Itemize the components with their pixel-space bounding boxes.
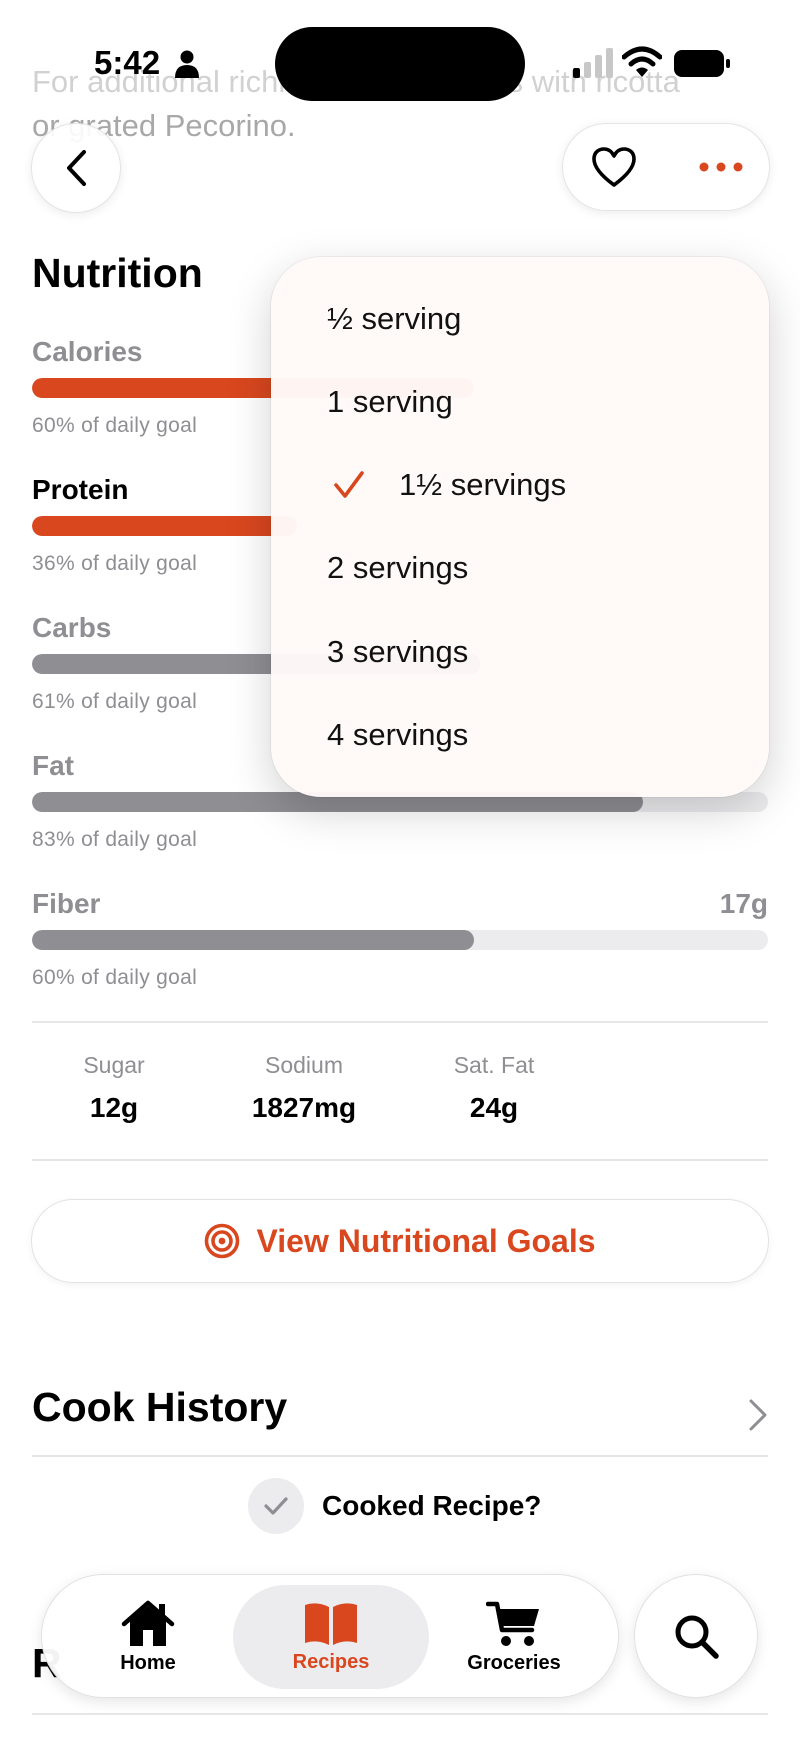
progress-fill <box>32 516 297 536</box>
person-icon <box>175 50 199 78</box>
daily-goal-text: 60% of daily goal <box>32 966 198 989</box>
cellular-signal-icon <box>573 48 613 78</box>
search-icon <box>675 1615 719 1659</box>
nutrient-label: Carbs <box>32 612 112 643</box>
tab-groceries-label: Groceries <box>467 1651 561 1674</box>
extra-value: 1827mg <box>251 1092 357 1123</box>
cart-icon <box>486 1601 539 1646</box>
status-bar: 5:42 <box>0 0 800 130</box>
battery-icon <box>674 50 730 77</box>
extra-value: 12g <box>89 1092 139 1123</box>
dynamic-island <box>275 27 525 101</box>
progress-fill <box>32 930 474 950</box>
extra-label: Sat. Fat <box>453 1052 535 1078</box>
tab-groceries[interactable]: Groceries <box>416 1585 612 1689</box>
nutrition-title: Nutrition <box>32 250 203 296</box>
extra-label: Sugar <box>83 1052 145 1078</box>
menu-item-1-serving[interactable]: 1 serving <box>271 362 769 442</box>
search-button[interactable] <box>634 1574 758 1698</box>
tab-home[interactable]: Home <box>50 1585 246 1689</box>
daily-goal-text: 83% of daily goal <box>32 828 198 851</box>
back-button[interactable] <box>31 123 121 213</box>
menu-item-label: 2 servings <box>327 550 469 585</box>
extra-label: Sodium <box>265 1052 343 1078</box>
heart-icon[interactable] <box>591 146 637 188</box>
daily-goal-text: 61% of daily goal <box>32 690 198 713</box>
nutrition-row-fiber: Fiber 17g 60% of daily goal <box>32 888 768 1008</box>
divider <box>32 1159 768 1161</box>
progress-track <box>32 930 768 950</box>
nutrient-label: Protein <box>32 474 129 505</box>
house-icon <box>121 1600 175 1646</box>
wifi-icon <box>622 46 662 77</box>
extra-sat-fat: Sat. Fat 24g <box>414 1052 574 1124</box>
tab-recipes[interactable]: Recipes <box>233 1585 429 1689</box>
divider <box>32 1021 768 1023</box>
header-actions <box>562 123 770 211</box>
menu-item-3-servings[interactable]: 3 servings <box>271 612 769 692</box>
cooked-recipe-label: Cooked Recipe? <box>322 1490 542 1521</box>
menu-item-label: 1½ servings <box>399 467 567 502</box>
chevron-left-icon <box>67 150 86 186</box>
view-nutritional-goals-button[interactable]: View Nutritional Goals <box>31 1199 769 1283</box>
daily-goal-text: 60% of daily goal <box>32 414 198 437</box>
nutrient-label: Fiber <box>32 888 101 919</box>
menu-item-1-and-half-servings[interactable]: 1½ servings <box>271 445 769 525</box>
checkmark-icon <box>334 471 364 498</box>
extra-sugar: Sugar 12g <box>34 1052 194 1124</box>
menu-item-4-servings[interactable]: 4 servings <box>271 695 769 775</box>
checkmark-circle-icon <box>248 1478 304 1534</box>
menu-item-label: 3 servings <box>327 634 469 669</box>
goals-button-label: View Nutritional Goals <box>256 1222 596 1259</box>
servings-menu: ½ serving 1 serving 1½ servings 2 servin… <box>271 257 769 797</box>
nutrient-label: Fat <box>32 750 74 781</box>
more-options-icon[interactable] <box>699 162 743 172</box>
open-book-icon <box>305 1602 357 1645</box>
menu-item-label: 4 servings <box>327 717 469 752</box>
daily-goal-text: 36% of daily goal <box>32 552 198 575</box>
tab-bar: Home Recipes Groceries <box>41 1574 619 1698</box>
divider <box>32 1713 768 1715</box>
tab-recipes-label: Recipes <box>292 1650 370 1673</box>
menu-item-2-servings[interactable]: 2 servings <box>271 528 769 608</box>
extra-sodium: Sodium 1827mg <box>224 1052 384 1124</box>
chevron-right-icon[interactable] <box>748 1398 768 1432</box>
nutrition-extras: Sugar 12g Sodium 1827mg Sat. Fat 24g <box>32 1052 768 1152</box>
cooked-recipe-toggle[interactable]: Cooked Recipe? <box>248 1478 541 1534</box>
extra-value: 24g <box>469 1092 519 1123</box>
nutrient-amount: 17g <box>719 888 768 919</box>
menu-item-label: 1 serving <box>327 384 453 419</box>
menu-item-half-serving[interactable]: ½ serving <box>271 279 769 359</box>
divider <box>32 1455 768 1457</box>
menu-item-label: ½ serving <box>327 301 462 336</box>
nutrient-label: Calories <box>32 336 143 367</box>
tab-home-label: Home <box>120 1651 176 1674</box>
target-icon <box>205 1223 240 1259</box>
status-time: 5:42 <box>94 44 161 81</box>
cook-history-title[interactable]: Cook History <box>32 1384 287 1431</box>
